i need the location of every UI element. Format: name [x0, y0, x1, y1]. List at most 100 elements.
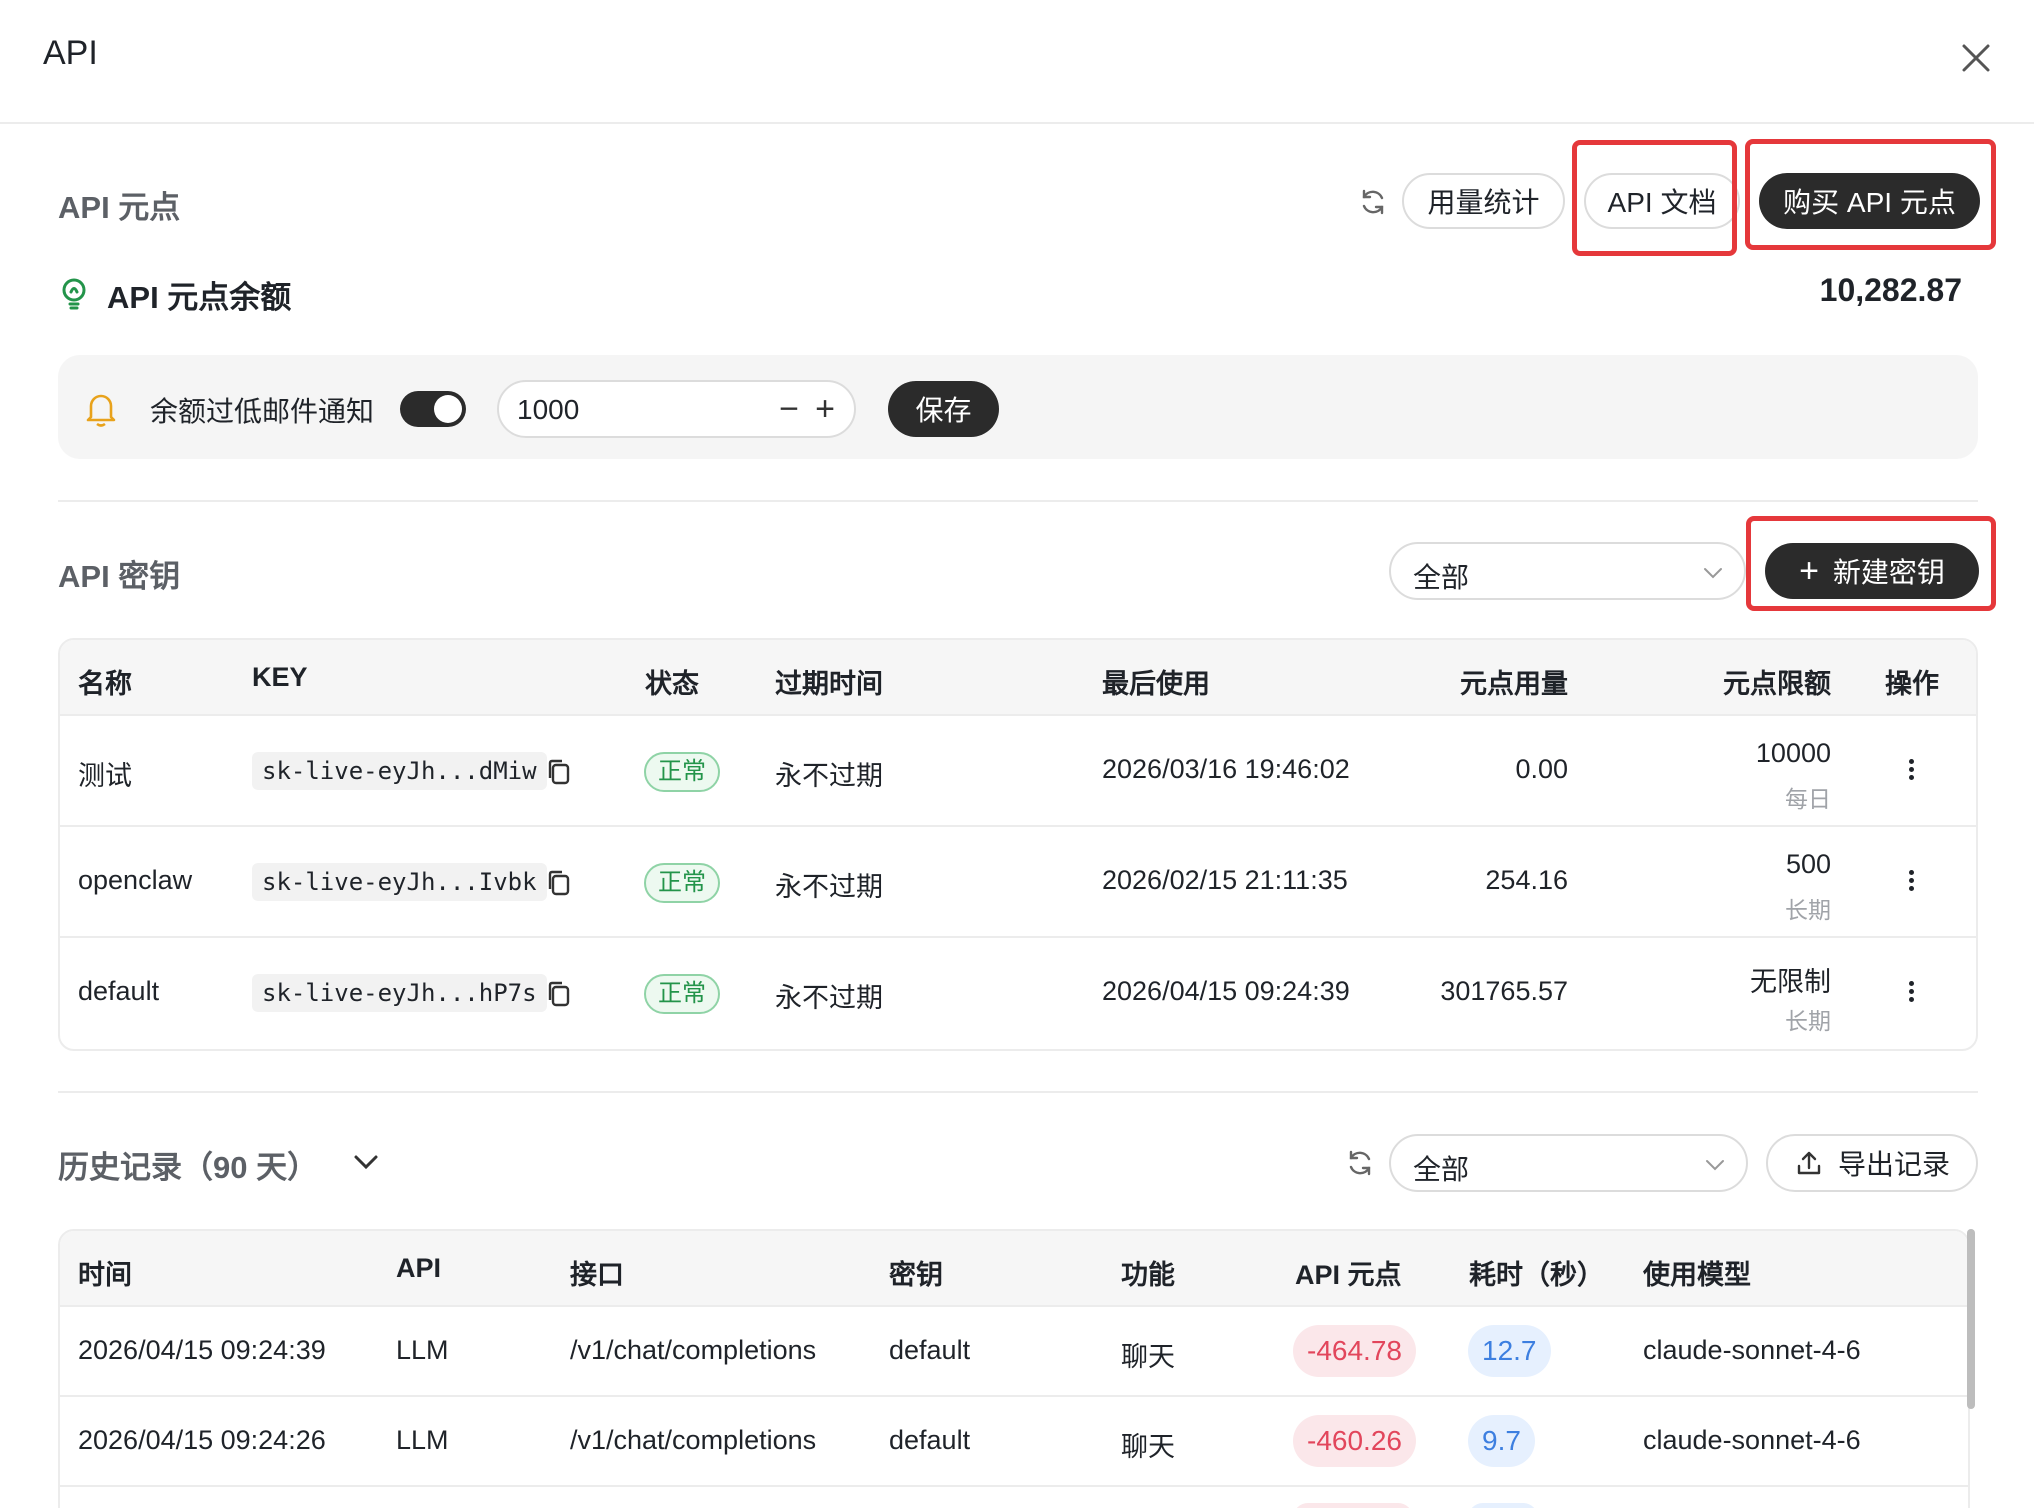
chevron-down-icon [1706, 1160, 1724, 1171]
col-expire: 过期时间 [775, 669, 883, 699]
lightbulb-icon [59, 277, 89, 311]
col-feature: 功能 [1121, 1260, 1175, 1290]
api-docs-button[interactable]: API 文档 [1584, 173, 1740, 229]
limit-period: 每日 [1785, 786, 1831, 812]
history-key: default [889, 1425, 971, 1455]
dialog-title: API [43, 34, 98, 72]
status-badge: 正常 [644, 863, 720, 903]
duration-badge: 9.7 [1468, 1415, 1535, 1467]
key-filter-value: 全部 [1413, 562, 1470, 593]
points-limit: 500 [1785, 849, 1831, 879]
key-value: sk-live-eyJh...Ivbk [252, 863, 547, 901]
copy-icon[interactable] [546, 980, 572, 1008]
last-used: 2026/04/15 09:24:39 [1102, 976, 1350, 1006]
save-button[interactable]: 保存 [888, 381, 999, 437]
chevron-down-icon [1704, 568, 1722, 579]
duration-badge: 12.7 [1468, 1325, 1551, 1377]
history-filter-value: 全部 [1413, 1154, 1470, 1185]
col-status: 状态 [645, 669, 699, 699]
points-badge-partial [1293, 1503, 1413, 1508]
history-time: 2026/04/15 09:24:26 [78, 1425, 326, 1455]
col-actions: 操作 [1885, 669, 1939, 699]
expire-time: 永不过期 [775, 983, 883, 1013]
notice-toggle[interactable] [400, 391, 466, 427]
bell-icon [84, 390, 118, 428]
history-section-title: 历史记录（90 天） [58, 1150, 319, 1185]
col-endpoint: 接口 [570, 1260, 624, 1290]
refresh-icon[interactable] [1357, 186, 1389, 218]
table-row: 2026/04/15 09:24:39 LLM /v1/chat/complet… [60, 1307, 1968, 1397]
key-name: 测试 [78, 761, 132, 791]
plus-icon[interactable]: + [808, 388, 842, 430]
history-scrollbar[interactable] [1967, 1229, 1975, 1409]
history-table-header: 时间 API 接口 密钥 功能 API 元点 耗时（秒） 使用模型 [60, 1231, 1968, 1307]
export-button[interactable]: 导出记录 [1766, 1134, 1978, 1192]
history-model: claude-sonnet-4-6 [1643, 1425, 1861, 1455]
col-key: 密钥 [889, 1260, 943, 1290]
points-usage: 254.16 [1485, 865, 1568, 895]
points-badge: -464.78 [1293, 1325, 1416, 1377]
points-badge: -460.26 [1293, 1415, 1416, 1467]
dialog-header: API [0, 0, 2034, 124]
copy-icon[interactable] [546, 869, 572, 897]
points-limit: 无限制 [1750, 967, 1831, 997]
section-divider [58, 1091, 1978, 1093]
col-limit: 元点限额 [1723, 669, 1831, 699]
col-points: API 元点 [1295, 1260, 1402, 1290]
history-filter-select[interactable]: 全部 [1389, 1134, 1748, 1192]
key-value: sk-live-eyJh...dMiw [252, 752, 547, 790]
col-duration: 耗时（秒） [1469, 1260, 1604, 1290]
minus-icon[interactable]: − [772, 388, 806, 430]
table-row: 2026/04/15 09:24:26 LLM /v1/chat/complet… [60, 1397, 1968, 1487]
limit-period: 长期 [1785, 1008, 1831, 1034]
points-usage: 301765.57 [1440, 976, 1568, 1006]
history-api: LLM [396, 1335, 449, 1365]
plus-icon: + [1799, 552, 1819, 590]
col-api: API [396, 1253, 442, 1283]
keys-table: 名称 KEY 状态 过期时间 最后使用 元点用量 元点限额 操作 测试 sk-l… [58, 638, 1978, 1051]
last-used: 2026/02/15 21:11:35 [1102, 865, 1348, 895]
table-row: default sk-live-eyJh...hP7s 正常 永不过期 2026… [60, 938, 1976, 1049]
more-vertical-icon[interactable] [1901, 756, 1921, 788]
key-value: sk-live-eyJh...hP7s [252, 974, 547, 1012]
copy-icon[interactable] [546, 758, 572, 786]
upload-icon [1797, 1151, 1821, 1175]
refresh-icon[interactable] [1344, 1147, 1376, 1179]
balance-value: 10,282.87 [1819, 272, 1962, 308]
usage-stats-button[interactable]: 用量统计 [1402, 173, 1565, 229]
section-divider [58, 500, 1978, 502]
col-last-used: 最后使用 [1102, 669, 1210, 699]
duration-badge-partial [1468, 1503, 1538, 1508]
col-time: 时间 [78, 1260, 132, 1290]
points-section-title: API 元点 [58, 190, 181, 225]
keys-table-header: 名称 KEY 状态 过期时间 最后使用 元点用量 元点限额 操作 [60, 640, 1976, 716]
table-row-partial [60, 1487, 1968, 1508]
history-key: default [889, 1335, 971, 1365]
history-api: LLM [396, 1425, 449, 1455]
more-vertical-icon[interactable] [1901, 867, 1921, 899]
buy-points-button[interactable]: 购买 API 元点 [1759, 173, 1980, 229]
new-key-button[interactable]: + 新建密钥 [1765, 543, 1979, 599]
more-vertical-icon[interactable] [1901, 978, 1921, 1010]
table-row: 测试 sk-live-eyJh...dMiw 正常 永不过期 2026/03/1… [60, 716, 1976, 827]
threshold-stepper[interactable]: 1000 − + [497, 380, 856, 438]
keys-section-title: API 密钥 [58, 559, 181, 594]
status-badge: 正常 [644, 752, 720, 792]
new-key-label: 新建密钥 [1832, 557, 1945, 588]
history-feature: 聊天 [1121, 1432, 1175, 1462]
key-filter-select[interactable]: 全部 [1389, 542, 1746, 600]
threshold-value[interactable]: 1000 [517, 394, 579, 426]
points-usage: 0.00 [1515, 754, 1568, 784]
history-table: 时间 API 接口 密钥 功能 API 元点 耗时（秒） 使用模型 2026/0… [58, 1229, 1970, 1508]
chevron-down-icon[interactable] [350, 1146, 382, 1178]
points-limit: 10000 [1755, 738, 1831, 768]
low-balance-notice-label: 余额过低邮件通知 [150, 396, 375, 427]
close-icon[interactable] [1950, 32, 2002, 84]
col-usage: 元点用量 [1460, 669, 1568, 699]
balance-label: API 元点余额 [107, 280, 292, 315]
export-label: 导出记录 [1837, 1149, 1950, 1180]
history-endpoint: /v1/chat/completions [570, 1425, 817, 1455]
key-name: default [78, 976, 160, 1006]
history-model: claude-sonnet-4-6 [1643, 1335, 1861, 1365]
col-key: KEY [252, 662, 308, 692]
